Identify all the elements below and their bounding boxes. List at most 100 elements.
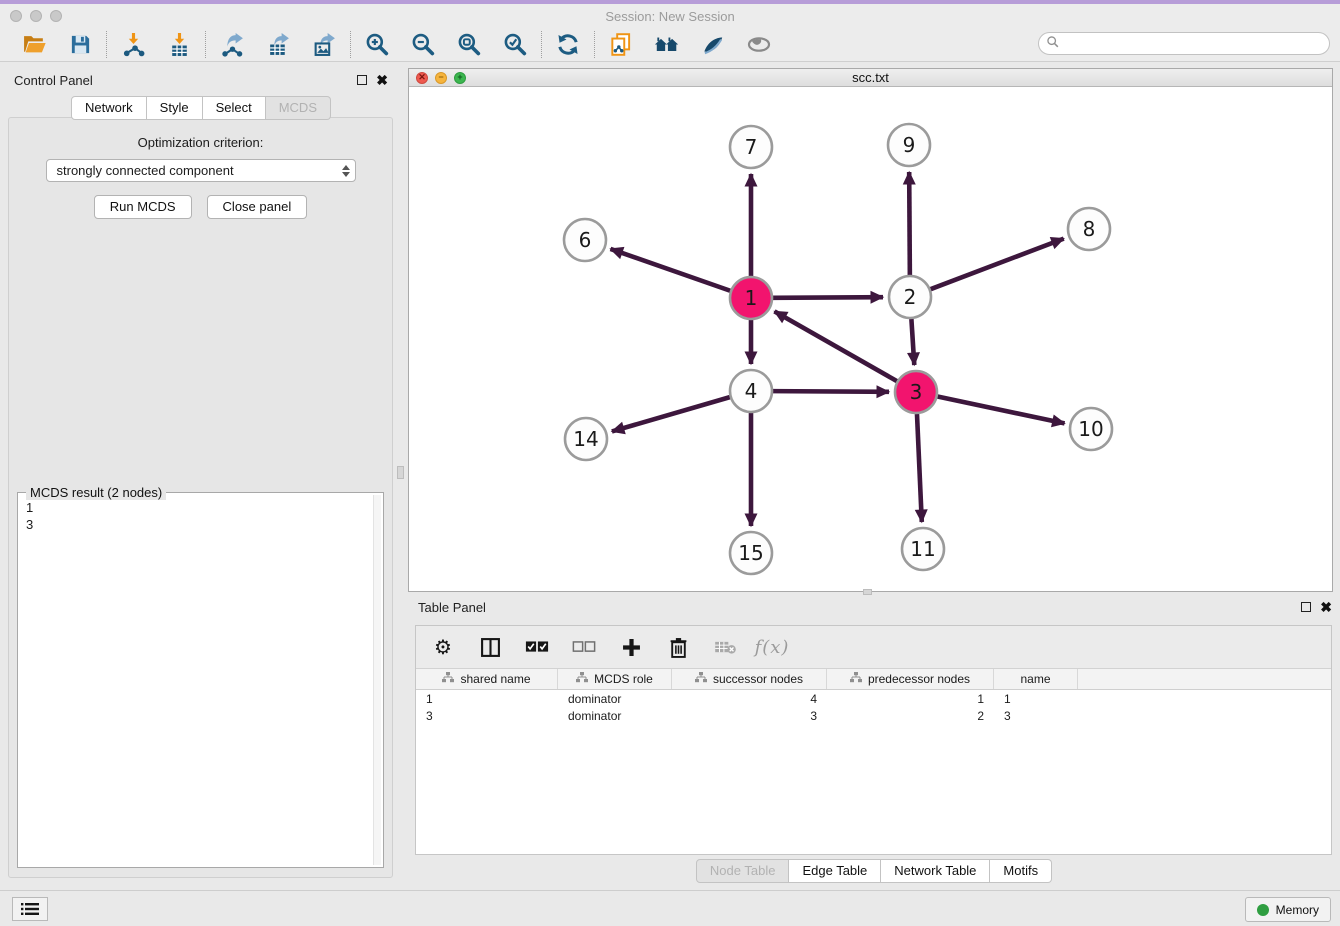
column-header-name[interactable]: name <box>994 669 1078 689</box>
zoom-selected-icon[interactable] <box>502 32 528 58</box>
create-column-icon[interactable] <box>619 635 643 659</box>
save-session-icon[interactable] <box>67 32 93 58</box>
result-scrollbar[interactable] <box>373 495 381 865</box>
table-row[interactable]: 1dominator411 <box>416 690 1331 707</box>
tab-motifs[interactable]: Motifs <box>990 859 1052 883</box>
optimization-criterion-label: Optimization criterion: <box>9 135 392 150</box>
select-all-columns-icon[interactable] <box>525 635 549 659</box>
zoom-fit-icon[interactable] <box>456 32 482 58</box>
column-header-label: shared name <box>460 672 530 686</box>
tab-node-table[interactable]: Node Table <box>696 859 790 883</box>
control-panel: Control Panel ✖ Network Style Select MCD… <box>6 68 396 878</box>
export-network-icon[interactable] <box>219 32 245 58</box>
search-icon <box>1046 35 1060 52</box>
tab-network-table[interactable]: Network Table <box>881 859 990 883</box>
table-close-panel-icon[interactable]: ✖ <box>1320 602 1332 612</box>
table-cell[interactable]: 1 <box>416 692 558 706</box>
node-table-container: ⚙ f(x) shared name MCDS role successor nod… <box>415 625 1332 855</box>
table-float-panel-icon[interactable] <box>1301 602 1311 612</box>
graph-edge-3-1[interactable] <box>774 311 896 381</box>
column-header-label: predecessor nodes <box>868 672 970 686</box>
network-view-window: ✕ − + scc.txt 7968124314101511 <box>408 68 1333 592</box>
unselect-all-columns-icon[interactable] <box>572 635 596 659</box>
graph-edge-2-8[interactable] <box>931 239 1064 290</box>
table-cell[interactable]: 2 <box>827 709 994 723</box>
graph-node-label-14: 14 <box>573 427 598 451</box>
table-cell[interactable]: 3 <box>994 709 1078 723</box>
graph-edge-2-3[interactable] <box>911 319 914 365</box>
column-header-label: successor nodes <box>713 672 803 686</box>
column-header-predecessor-nodes[interactable]: predecessor nodes <box>827 669 994 689</box>
panel-divider-grip[interactable] <box>397 466 404 479</box>
delete-columns-icon[interactable] <box>666 635 690 659</box>
table-cell[interactable]: 1 <box>994 692 1078 706</box>
open-session-icon[interactable] <box>21 32 47 58</box>
zoom-in-icon[interactable] <box>364 32 390 58</box>
task-history-button[interactable] <box>12 897 48 921</box>
tab-edge-table[interactable]: Edge Table <box>789 859 881 883</box>
window-title: Session: New Session <box>0 9 1340 24</box>
tab-mcds[interactable]: MCDS <box>266 96 331 120</box>
import-table-icon[interactable] <box>166 32 192 58</box>
import-network-icon[interactable] <box>120 32 146 58</box>
status-bar: Memory <box>0 890 1340 926</box>
graph-edge-1-2[interactable] <box>773 297 883 298</box>
column-header-successor-nodes[interactable]: successor nodes <box>672 669 827 689</box>
export-image-icon[interactable] <box>311 32 337 58</box>
close-panel-button[interactable]: Close panel <box>207 195 308 219</box>
table-cell[interactable]: dominator <box>558 709 672 723</box>
column-tree-icon <box>576 672 588 686</box>
table-panel-header: Table Panel ✖ <box>408 595 1340 619</box>
table-cell[interactable]: 1 <box>827 692 994 706</box>
table-cell[interactable]: 3 <box>416 709 558 723</box>
apply-layout-icon[interactable] <box>555 32 581 58</box>
graph-edge-4-3[interactable] <box>773 391 889 392</box>
run-mcds-button[interactable]: Run MCDS <box>94 195 192 219</box>
column-header-MCDS-role[interactable]: MCDS role <box>558 669 672 689</box>
zoom-out-icon[interactable] <box>410 32 436 58</box>
graph-edge-1-6[interactable] <box>610 249 730 291</box>
search-box[interactable] <box>1038 32 1330 55</box>
criterion-select[interactable]: strongly connected component <box>46 159 356 182</box>
graph-edge-3-11[interactable] <box>917 414 922 522</box>
graph-node-label-11: 11 <box>910 537 935 561</box>
first-neighbors-icon[interactable] <box>654 32 680 58</box>
function-builder-icon[interactable]: f(x) <box>760 635 784 659</box>
tab-network[interactable]: Network <box>71 96 147 120</box>
table-row[interactable]: 3dominator323 <box>416 707 1331 724</box>
table-header-row: shared name MCDS role successor nodes prede… <box>416 669 1331 690</box>
delete-table-icon[interactable] <box>713 635 737 659</box>
main-toolbar <box>0 28 1340 62</box>
table-columns-icon[interactable] <box>478 635 502 659</box>
table-toolbar: ⚙ f(x) <box>416 626 1331 669</box>
memory-button[interactable]: Memory <box>1245 897 1331 922</box>
network-window-titlebar[interactable]: ✕ − + scc.txt <box>409 69 1332 87</box>
control-panel-header: Control Panel ✖ <box>6 68 396 92</box>
table-panel: Table Panel ✖ ⚙ <box>408 595 1340 890</box>
criterion-select-value: strongly connected component <box>57 163 234 178</box>
show-all-eye-icon[interactable] <box>746 32 772 58</box>
close-panel-icon[interactable]: ✖ <box>376 75 388 85</box>
table-cell[interactable]: 3 <box>672 709 827 723</box>
graph-edge-2-9[interactable] <box>909 172 910 275</box>
table-body: 1dominator4113dominator323 <box>416 690 1331 724</box>
tab-style[interactable]: Style <box>147 96 203 120</box>
search-input[interactable] <box>1060 37 1329 51</box>
graph-edge-4-14[interactable] <box>612 397 730 431</box>
duplicate-network-icon[interactable] <box>608 32 634 58</box>
export-table-icon[interactable] <box>265 32 291 58</box>
graph-edge-3-10[interactable] <box>938 397 1065 424</box>
graph-node-label-2: 2 <box>904 285 917 309</box>
table-settings-icon[interactable]: ⚙ <box>431 635 455 659</box>
mcds-result-list: 1 3 <box>20 495 372 865</box>
graph-node-label-1: 1 <box>745 286 758 310</box>
tab-select[interactable]: Select <box>203 96 266 120</box>
float-panel-icon[interactable] <box>357 75 367 85</box>
table-cell[interactable]: dominator <box>558 692 672 706</box>
graph-node-label-8: 8 <box>1083 217 1096 241</box>
graph-node-label-15: 15 <box>738 541 763 565</box>
table-cell[interactable]: 4 <box>672 692 827 706</box>
column-header-shared-name[interactable]: shared name <box>416 669 558 689</box>
hide-selected-icon[interactable] <box>700 32 726 58</box>
network-canvas-svg[interactable]: 7968124314101511 <box>409 87 1332 591</box>
